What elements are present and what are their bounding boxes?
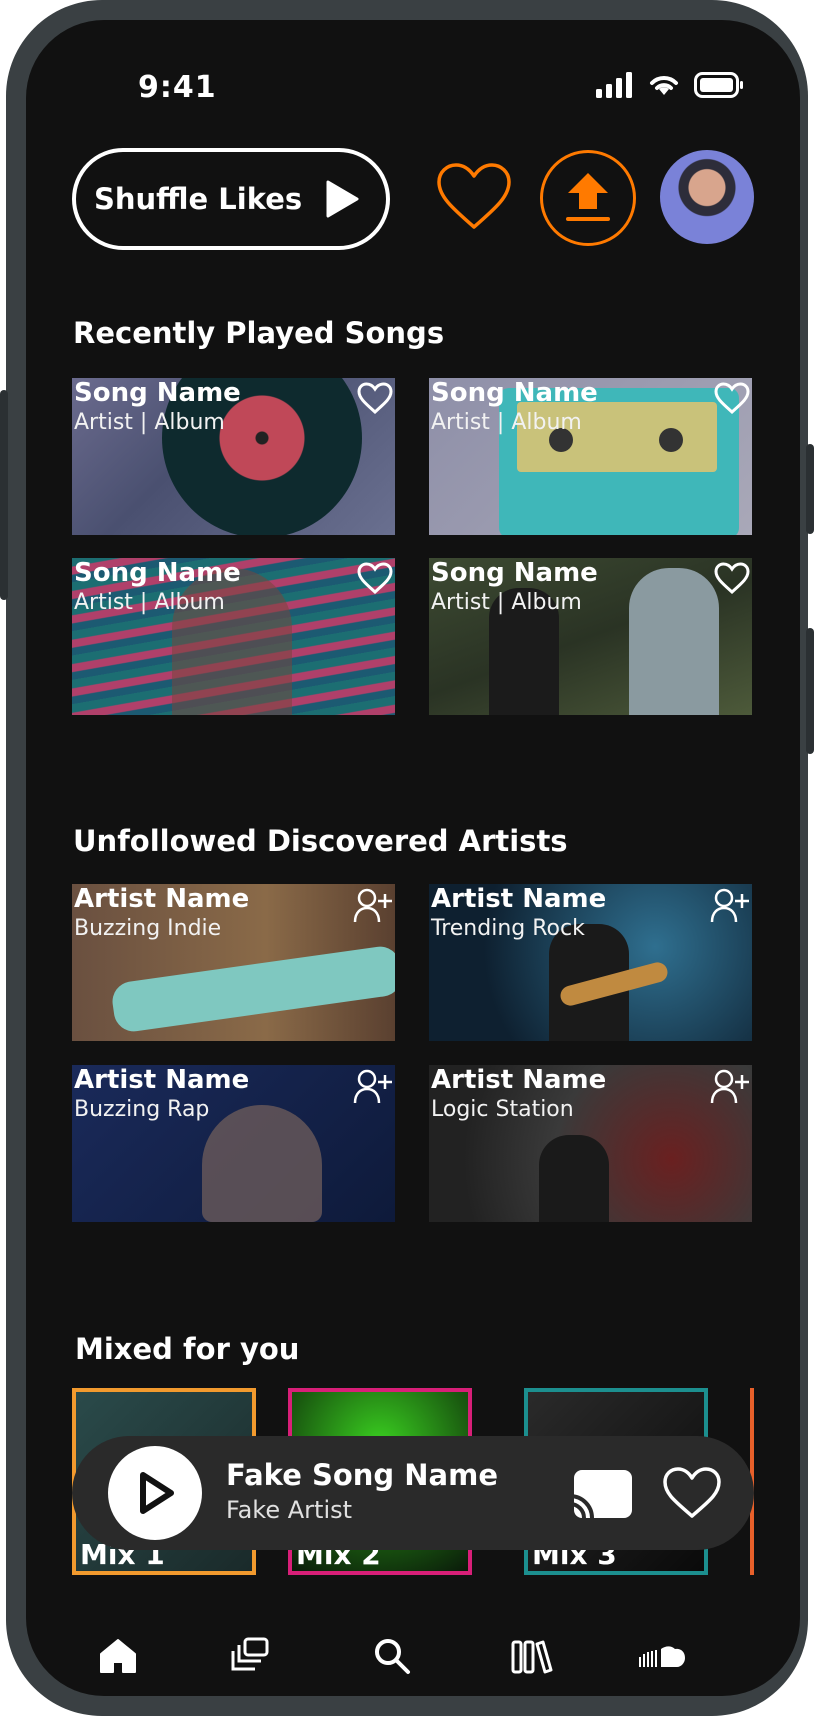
battery-icon <box>694 72 743 98</box>
song-subtitle: Artist | Album <box>74 590 225 615</box>
cast-icon[interactable] <box>568 1468 634 1520</box>
shuffle-likes-label: Shuffle Likes <box>94 182 303 216</box>
status-time: 9:41 <box>138 70 217 105</box>
user-avatar[interactable] <box>660 150 754 244</box>
home-icon <box>100 1639 136 1673</box>
artist-card[interactable]: Artist Name Buzzing Indie <box>72 884 395 1041</box>
wifi-icon <box>650 76 678 95</box>
follow-user-icon[interactable] <box>353 1069 393 1105</box>
song-title: Song Name <box>74 558 241 588</box>
artist-subtitle: Buzzing Rap <box>74 1097 210 1122</box>
recently-played-title: Recently Played Songs <box>73 316 445 350</box>
follow-user-icon[interactable] <box>710 888 750 924</box>
artist-subtitle: Buzzing Indie <box>74 916 222 941</box>
heart-icon[interactable] <box>357 382 393 414</box>
collection-icon <box>511 1640 553 1674</box>
artist-card[interactable]: Artist Name Buzzing Rap <box>72 1065 395 1222</box>
discovered-artists-title: Unfollowed Discovered Artists <box>73 824 568 858</box>
now-playing-artist: Fake Artist <box>226 1496 353 1524</box>
status-icons <box>596 72 744 98</box>
artist-name: Artist Name <box>431 884 607 914</box>
soundcloud-icon <box>639 1646 685 1667</box>
likes-heart-button[interactable] <box>434 160 514 232</box>
performer-image <box>539 1135 609 1222</box>
follow-user-icon[interactable] <box>353 888 393 924</box>
signal-icon <box>596 72 632 98</box>
phone-frame: 9:41 Shuffle Likes Recently Played Songs… <box>0 0 814 1716</box>
follow-user-icon[interactable] <box>710 1069 750 1105</box>
song-title: Song Name <box>431 378 598 408</box>
artist-subtitle: Logic Station <box>431 1097 574 1122</box>
shuffle-likes-button[interactable]: Shuffle Likes <box>72 148 390 250</box>
artist-name: Artist Name <box>74 1065 250 1095</box>
side-button-right-bottom <box>806 628 814 754</box>
song-card[interactable]: Song Name Artist | Album <box>72 378 395 535</box>
song-card[interactable]: Song Name Artist | Album <box>429 378 752 535</box>
nav-soundcloud[interactable] <box>632 1626 692 1686</box>
heart-icon[interactable] <box>714 562 750 594</box>
heart-icon[interactable] <box>714 382 750 414</box>
artist-name: Artist Name <box>431 1065 607 1095</box>
song-subtitle: Artist | Album <box>431 410 582 435</box>
song-subtitle: Artist | Album <box>431 590 582 615</box>
song-title: Song Name <box>74 378 241 408</box>
nav-collection[interactable] <box>502 1626 562 1686</box>
status-bar: 9:41 <box>26 20 800 105</box>
now-playing-song: Fake Song Name <box>226 1458 498 1492</box>
play-icon <box>140 1472 174 1514</box>
nav-search[interactable] <box>362 1626 422 1686</box>
artist-card[interactable]: Artist Name Trending Rock <box>429 884 752 1041</box>
heart-icon <box>437 163 511 229</box>
nav-library[interactable] <box>220 1626 280 1686</box>
play-icon <box>326 180 359 218</box>
musician-figure <box>629 568 719 715</box>
song-card[interactable]: Song Name Artist | Album <box>429 558 752 715</box>
bottom-nav <box>26 1626 800 1686</box>
heart-icon[interactable] <box>662 1466 722 1520</box>
app-screen: 9:41 Shuffle Likes Recently Played Songs… <box>26 20 800 1696</box>
search-icon <box>375 1639 410 1674</box>
artist-name: Artist Name <box>74 884 250 914</box>
nav-home[interactable] <box>88 1626 148 1686</box>
side-button-left <box>0 390 8 600</box>
artist-card[interactable]: Artist Name Logic Station <box>429 1065 752 1222</box>
side-button-right-top <box>806 444 814 534</box>
upload-button[interactable] <box>540 150 636 246</box>
heart-icon[interactable] <box>357 562 393 594</box>
play-button[interactable] <box>108 1446 202 1540</box>
mixed-for-you-title: Mixed for you <box>75 1332 300 1366</box>
library-stack-icon <box>231 1637 269 1671</box>
guitarist-image <box>109 944 395 1034</box>
song-title: Song Name <box>431 558 598 588</box>
upload-icon <box>566 173 610 221</box>
artist-subtitle: Trending Rock <box>431 916 585 941</box>
song-subtitle: Artist | Album <box>74 410 225 435</box>
rapper-image <box>202 1105 322 1222</box>
now-playing-bar[interactable]: Fake Song Name Fake Artist <box>72 1436 754 1550</box>
song-card[interactable]: Song Name Artist | Album <box>72 558 395 715</box>
